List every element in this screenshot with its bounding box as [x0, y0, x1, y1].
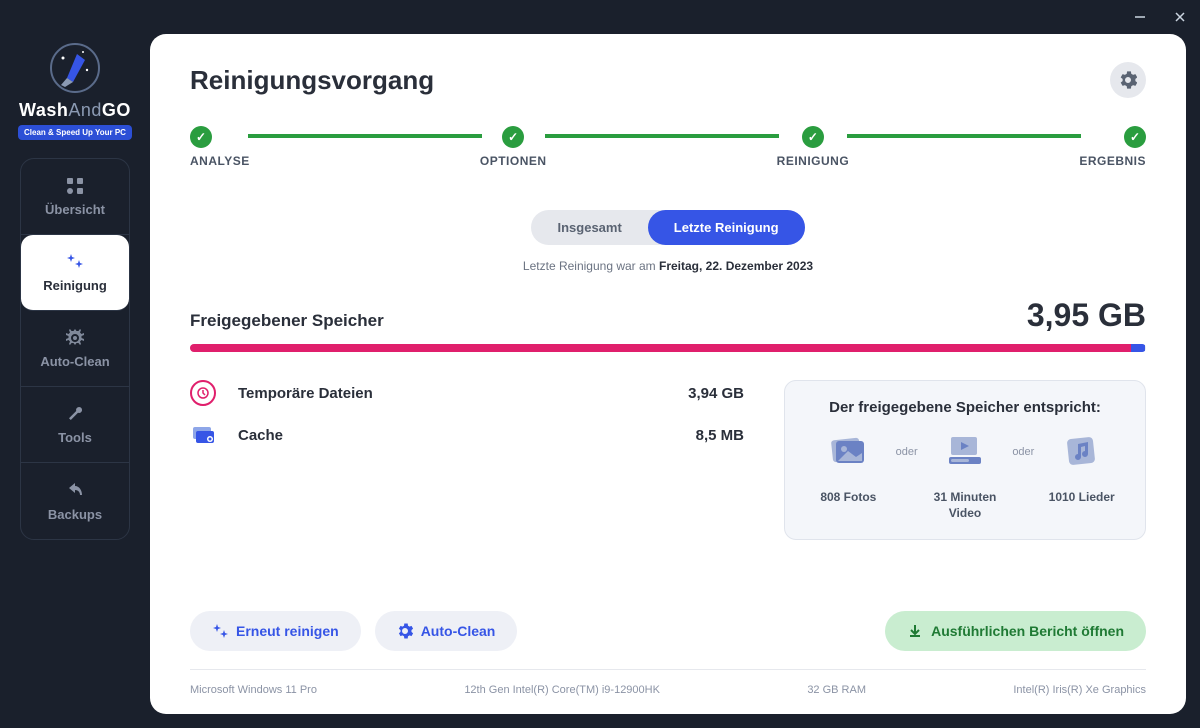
sparkle-icon	[65, 252, 85, 272]
clock-icon	[190, 380, 216, 406]
minimize-button[interactable]	[1130, 7, 1150, 27]
freed-progress-bar	[190, 344, 1146, 352]
wizard-bar	[248, 134, 482, 138]
freed-label: Freigegebener Speicher	[190, 311, 384, 331]
or-label: oder	[896, 446, 918, 458]
cache-icon	[190, 422, 216, 448]
wrench-icon	[65, 404, 85, 424]
sidebar-item-label: Tools	[58, 430, 92, 445]
progress-seg-cache	[1131, 344, 1145, 352]
or-label: oder	[1012, 446, 1034, 458]
action-bar: Erneut reinigen Auto-Clean Ausführlichen…	[190, 561, 1146, 651]
sidebar-item-label: Übersicht	[45, 202, 105, 217]
breakdown-row: Temporäre Dateien 3,94 GB	[190, 380, 744, 406]
sysinfo-ram: 32 GB RAM	[807, 684, 866, 696]
equivalent-label: 1010 Lieder	[1049, 490, 1115, 506]
check-icon: ✓	[190, 126, 212, 148]
sidebar-item-tools[interactable]: Tools	[21, 387, 129, 463]
step-label: REINIGUNG	[777, 154, 850, 168]
breakdown-name: Cache	[238, 427, 696, 444]
sidebar-item-label: Backups	[48, 507, 102, 522]
check-icon: ✓	[1124, 126, 1146, 148]
video-icon	[947, 432, 983, 468]
sidebar-item-autoclean[interactable]: Auto-Clean	[21, 311, 129, 387]
gear-icon	[65, 328, 85, 348]
open-report-button[interactable]: Ausführlichen Bericht öffnen	[885, 611, 1146, 651]
wizard-steps: ✓ ANALYSE ✓ OPTIONEN ✓ REINIGUNG ✓ ERGEBNIS	[190, 126, 1146, 168]
sysinfo-os: Microsoft Windows 11 Pro	[190, 684, 317, 696]
sysinfo-gpu: Intel(R) Iris(R) Xe Graphics	[1013, 684, 1146, 696]
sidebar-item-label: Reinigung	[43, 278, 107, 293]
sidebar-item-overview[interactable]: Übersicht	[21, 159, 129, 235]
breakdown-value: 3,94 GB	[688, 385, 744, 402]
breakdown-row: Cache 8,5 MB	[190, 422, 744, 448]
tab-total[interactable]: Insgesamt	[531, 210, 647, 245]
freed-breakdown: Temporäre Dateien 3,94 GB Cache 8,5 MB	[190, 380, 744, 540]
main-panel: Reinigungsvorgang ✓ ANALYSE ✓ OPTIONEN ✓ RE…	[150, 34, 1186, 714]
music-icon	[1064, 432, 1100, 468]
gear-icon	[1119, 71, 1137, 89]
equivalent-title: Der freigegebene Speicher entspricht:	[801, 399, 1129, 416]
undo-icon	[65, 481, 85, 501]
dashboard-icon	[65, 176, 85, 196]
footer-sysinfo: Microsoft Windows 11 Pro 12th Gen Intel(…	[190, 669, 1146, 696]
freed-value: 3,95 GB	[1027, 297, 1146, 334]
equivalent-label: 31 Minuten Video	[918, 490, 1013, 521]
gear-icon	[397, 623, 413, 639]
sysinfo-cpu: 12th Gen Intel(R) Core(TM) i9-12900HK	[464, 684, 660, 696]
check-icon: ✓	[502, 126, 524, 148]
settings-button[interactable]	[1110, 62, 1146, 98]
reclean-button[interactable]: Erneut reinigen	[190, 611, 361, 651]
step-label: ERGEBNIS	[1079, 154, 1146, 168]
close-button[interactable]	[1170, 7, 1190, 27]
step-label: OPTIONEN	[480, 154, 547, 168]
app-logo-icon	[47, 40, 103, 96]
brand-name: WashAndGO	[19, 100, 131, 121]
wizard-bar	[847, 134, 1081, 138]
sidebar-nav: Übersicht Reinigung Auto-Clean Tools Bac…	[20, 158, 130, 540]
last-clean-text: Letzte Reinigung war am Freitag, 22. Dez…	[190, 259, 1146, 273]
check-icon: ✓	[802, 126, 824, 148]
view-toggle: Insgesamt Letzte Reinigung	[531, 210, 804, 245]
sidebar-item-backups[interactable]: Backups	[21, 463, 129, 539]
tab-last-cleaning[interactable]: Letzte Reinigung	[648, 210, 805, 245]
sparkle-icon	[212, 623, 228, 639]
page-title: Reinigungsvorgang	[190, 65, 434, 96]
step-label: ANALYSE	[190, 154, 250, 168]
photos-icon	[830, 432, 866, 468]
sidebar-item-label: Auto-Clean	[40, 354, 109, 369]
titlebar	[0, 0, 1200, 34]
breakdown-name: Temporäre Dateien	[238, 385, 688, 402]
autoclean-button[interactable]: Auto-Clean	[375, 611, 518, 651]
equivalent-panel: Der freigegebene Speicher entspricht: 80…	[784, 380, 1146, 540]
wizard-bar	[545, 134, 779, 138]
sidebar: WashAndGO Clean & Speed Up Your PC Übers…	[0, 34, 150, 728]
breakdown-value: 8,5 MB	[696, 427, 744, 444]
download-icon	[907, 623, 923, 639]
brand-tagline: Clean & Speed Up Your PC	[18, 125, 132, 140]
sidebar-item-cleaning[interactable]: Reinigung	[21, 235, 129, 311]
equivalent-label: 808 Fotos	[820, 490, 876, 506]
progress-seg-temp	[190, 344, 1131, 352]
